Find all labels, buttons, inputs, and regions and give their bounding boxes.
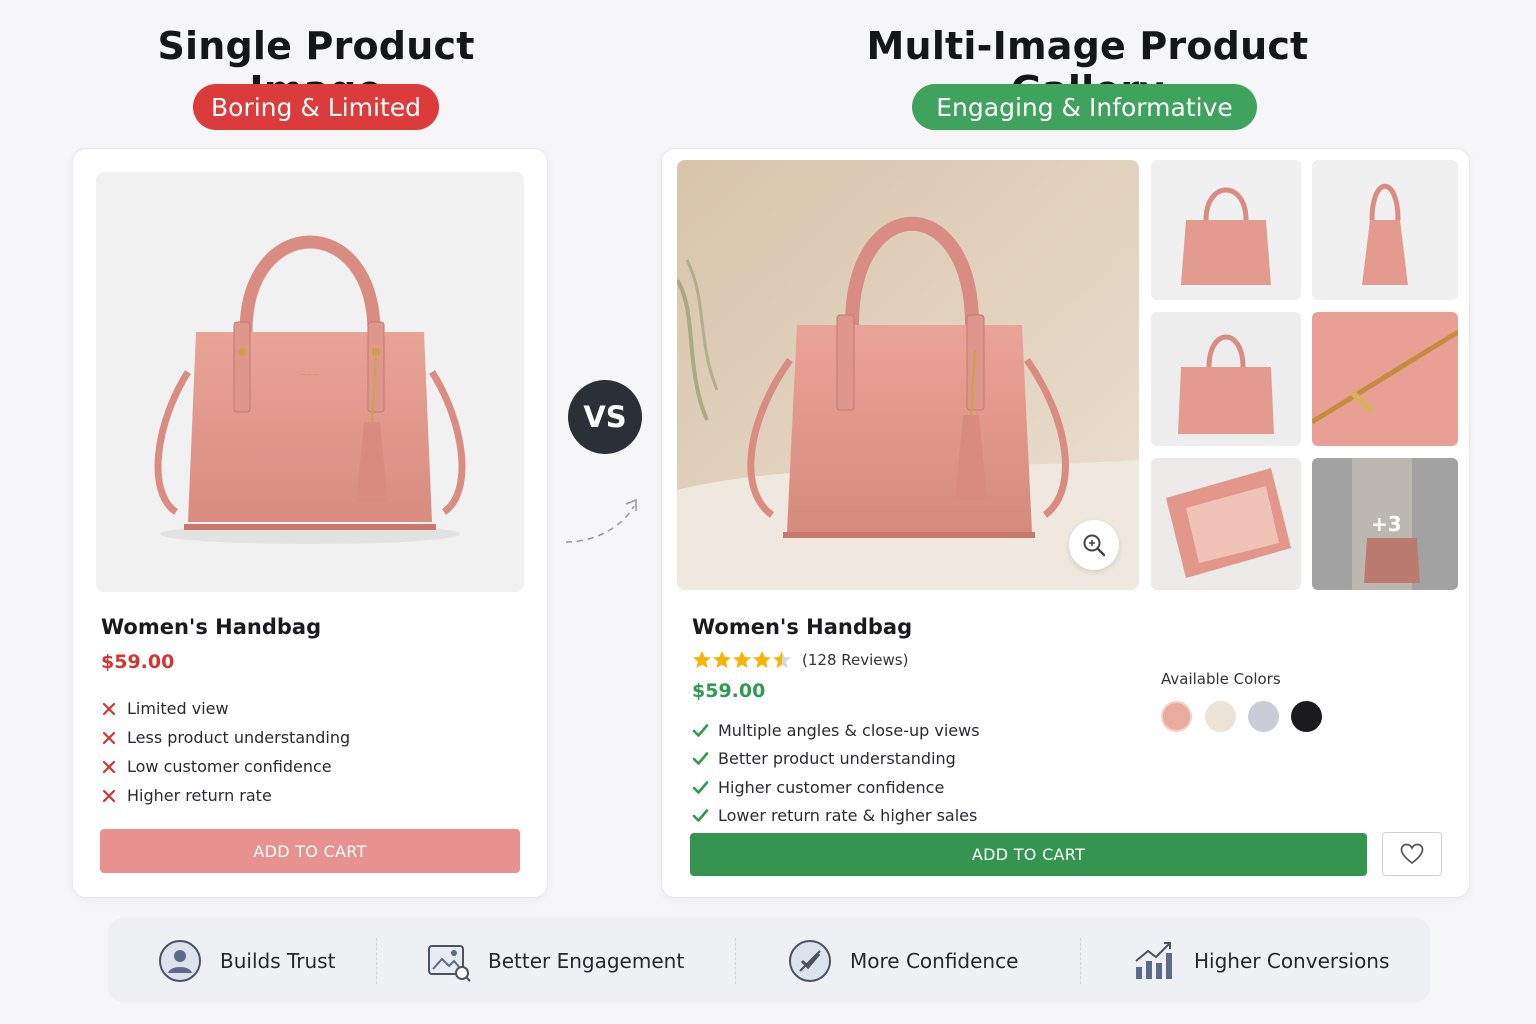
list-item: Less product understanding: [101, 723, 350, 752]
pro-text: Lower return rate & higher sales: [718, 806, 978, 826]
wishlist-button[interactable]: [1382, 832, 1442, 876]
rating-stars: (128 Reviews): [692, 650, 908, 670]
engaging-badge: Engaging & Informative: [912, 84, 1257, 130]
list-item: Limited view: [101, 694, 350, 723]
x-icon: [101, 701, 127, 717]
list-item: Better product understanding: [692, 745, 980, 774]
pro-text: Multiple angles & close-up views: [718, 720, 980, 740]
pros-list: Multiple angles & close-up views Better …: [692, 716, 980, 830]
trust-user-icon: [159, 940, 201, 982]
reviews-count[interactable]: (128 Reviews): [802, 651, 908, 669]
shield-check-icon: [789, 940, 831, 982]
heart-icon: [1400, 843, 1424, 865]
benefit-higher-conversions: Higher Conversions: [1130, 936, 1389, 986]
check-icon: [692, 751, 718, 766]
check-icon: [692, 780, 718, 795]
available-colors-label: Available Colors: [1161, 670, 1281, 688]
left-product-title: Women's Handbag: [101, 615, 322, 639]
single-product-image: ~~~: [96, 172, 524, 592]
image-gallery-icon: [428, 945, 471, 982]
check-icon: [692, 723, 718, 738]
color-swatch-pink[interactable]: [1161, 701, 1192, 732]
list-item: Low customer confidence: [101, 752, 350, 781]
color-swatch-black[interactable]: [1291, 701, 1322, 732]
curved-arrow-icon: [565, 498, 637, 543]
con-text: Higher return rate: [127, 786, 272, 805]
gallery-thumb-interior[interactable]: [1151, 458, 1301, 590]
gallery-thumb-zipper-closeup[interactable]: [1312, 312, 1458, 446]
handbag-lifestyle-illustration: [677, 160, 1139, 590]
x-icon: [101, 788, 127, 804]
benefit-label: Higher Conversions: [1194, 949, 1390, 973]
benefit-label: Better Engagement: [488, 949, 685, 973]
color-swatch-beige[interactable]: [1205, 701, 1236, 732]
more-images-count[interactable]: +3: [1371, 512, 1402, 536]
con-text: Low customer confidence: [127, 757, 332, 776]
benefit-better-engagement: Better Engagement: [424, 936, 684, 986]
svg-text:~~~: ~~~: [300, 370, 320, 379]
right-product-title: Women's Handbag: [692, 615, 913, 639]
gallery-main-image[interactable]: [677, 160, 1139, 590]
benefit-label: Builds Trust: [220, 949, 336, 973]
pro-text: Better product understanding: [718, 749, 956, 769]
con-text: Less product understanding: [127, 728, 351, 747]
list-item: Multiple angles & close-up views: [692, 716, 980, 745]
cons-list: Limited view Less product understanding …: [101, 694, 350, 810]
gallery-thumb-side[interactable]: [1312, 160, 1458, 300]
x-icon: [101, 730, 127, 746]
handbag-illustration: ~~~: [154, 235, 466, 544]
benefit-more-confidence: More Confidence: [786, 936, 1018, 986]
pro-text: Higher customer confidence: [718, 777, 945, 797]
color-swatch-grey-blue[interactable]: [1248, 701, 1279, 732]
list-item: Lower return rate & higher sales: [692, 802, 980, 831]
star-rating-icon: [693, 651, 791, 668]
vs-badge: VS: [568, 380, 642, 454]
zoom-icon[interactable]: [1069, 520, 1119, 570]
gallery-thumb-back[interactable]: [1151, 312, 1301, 446]
benefit-builds-trust: Builds Trust: [156, 936, 335, 986]
list-item: Higher customer confidence: [692, 773, 980, 802]
divider: [735, 938, 736, 984]
list-item: Higher return rate: [101, 781, 350, 810]
x-icon: [101, 759, 127, 775]
divider: [1080, 938, 1081, 984]
left-add-to-cart-button[interactable]: ADD TO CART: [100, 829, 520, 873]
check-icon: [692, 808, 718, 823]
con-text: Limited view: [127, 699, 229, 718]
left-product-price: $59.00: [101, 651, 175, 673]
right-add-to-cart-button[interactable]: ADD TO CART: [690, 833, 1367, 876]
benefit-label: More Confidence: [850, 949, 1019, 973]
boring-badge: Boring & Limited: [193, 84, 439, 130]
gallery-thumb-front[interactable]: [1151, 160, 1301, 300]
divider: [376, 938, 377, 984]
growth-chart-icon: [1135, 942, 1172, 979]
right-product-price: $59.00: [692, 680, 766, 702]
